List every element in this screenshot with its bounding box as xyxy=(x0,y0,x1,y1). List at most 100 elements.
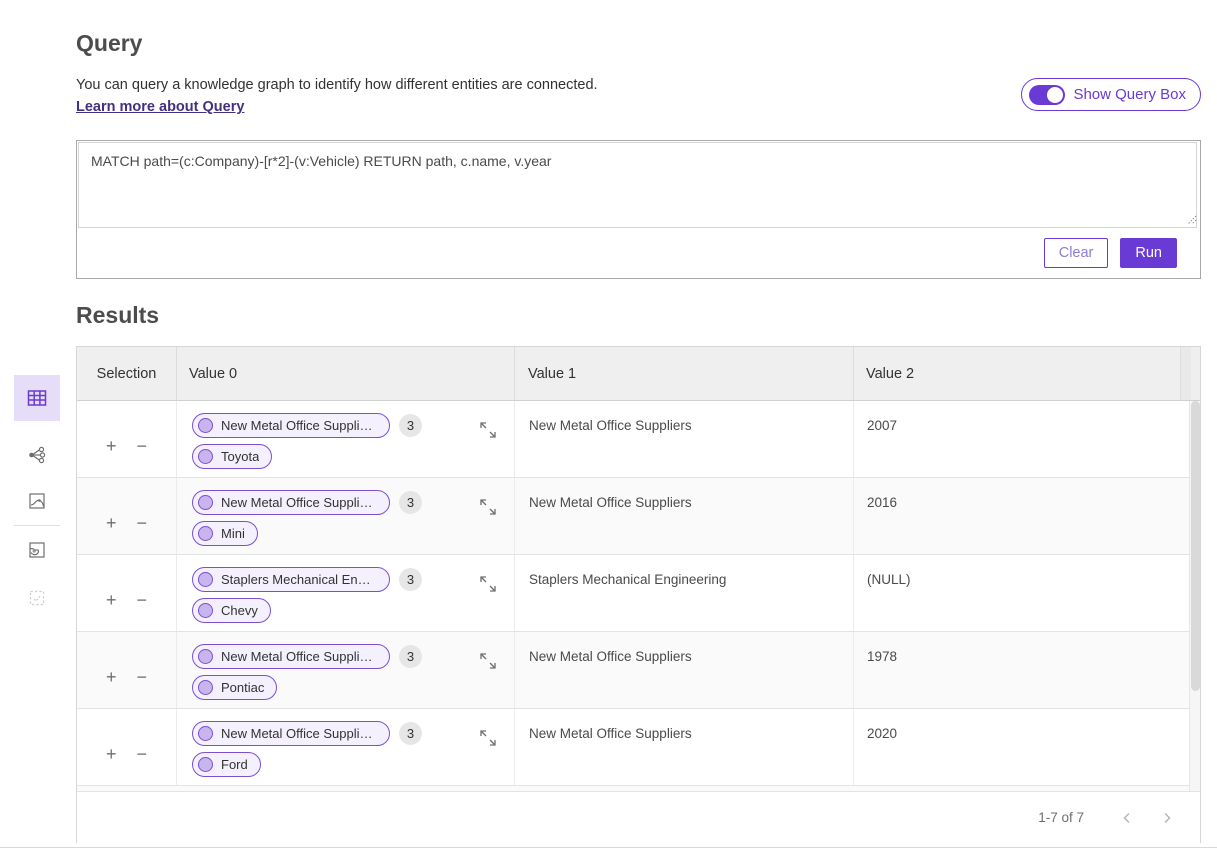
previous-page-button[interactable] xyxy=(1114,805,1140,831)
remove-from-selection-icon[interactable]: − xyxy=(135,723,150,785)
toggle-label: Show Query Box xyxy=(1073,86,1186,103)
expand-path-icon[interactable] xyxy=(479,498,497,516)
view-switcher-sidebar xyxy=(14,375,60,618)
path-cell: New Metal Office Suppliers 3 Toyota xyxy=(177,401,515,477)
value2-cell: 2020 xyxy=(854,709,1191,785)
value1-cell: New Metal Office Suppliers xyxy=(515,401,854,477)
entity-pill[interactable]: Chevy xyxy=(192,598,271,623)
query-actions: Clear Run xyxy=(77,228,1200,278)
sidebar-item-map-view[interactable] xyxy=(14,530,60,570)
expand-path-icon[interactable] xyxy=(479,652,497,670)
entity-dot-icon xyxy=(198,726,213,741)
selection-cell: + − xyxy=(77,709,177,785)
path-cell: New Metal Office Suppliers 3 Mini xyxy=(177,478,515,554)
run-button[interactable]: Run xyxy=(1120,238,1177,268)
remove-from-selection-icon[interactable]: − xyxy=(135,492,150,554)
table-scrollbar[interactable] xyxy=(1189,401,1200,791)
remove-from-selection-icon[interactable]: − xyxy=(135,646,150,708)
path-count-badge: 3 xyxy=(399,414,422,437)
scrollbar-corner xyxy=(1180,347,1191,400)
page-title: Query xyxy=(76,30,142,57)
entity-dot-icon xyxy=(198,603,213,618)
selection-icon xyxy=(27,588,47,608)
entity-pill[interactable]: Toyota xyxy=(192,444,272,469)
value2-cell: 2007 xyxy=(854,401,1191,477)
next-page-button[interactable] xyxy=(1154,805,1180,831)
chevron-left-icon xyxy=(1120,811,1134,825)
add-to-selection-icon[interactable]: + xyxy=(104,415,119,477)
column-header-value2: Value 2 xyxy=(854,347,1180,400)
clear-button[interactable]: Clear xyxy=(1044,238,1109,268)
query-input[interactable]: MATCH path=(c:Company)-[r*2]-(v:Vehicle)… xyxy=(78,142,1197,228)
value2-cell: 2016 xyxy=(854,478,1191,554)
remove-from-selection-icon[interactable]: − xyxy=(135,415,150,477)
table-footer: 1-7 of 7 xyxy=(77,791,1200,843)
entity-dot-icon xyxy=(198,449,213,464)
sidebar-item-chart-view[interactable] xyxy=(14,481,60,521)
chart-icon xyxy=(27,491,47,511)
add-to-selection-icon[interactable]: + xyxy=(104,723,119,785)
selection-cell: + − xyxy=(77,401,177,477)
entity-pill[interactable]: Mini xyxy=(192,521,258,546)
page-description: You can query a knowledge graph to ident… xyxy=(76,77,598,93)
entity-dot-icon xyxy=(198,495,213,510)
path-cell: Staplers Mechanical Engi... 3 Chevy xyxy=(177,555,515,631)
expand-path-icon[interactable] xyxy=(479,421,497,439)
selection-cell: + − xyxy=(77,632,177,708)
table-row: + − New Metal Office Suppliers 3 Mini Ne… xyxy=(77,478,1200,555)
value1-cell: New Metal Office Suppliers xyxy=(515,632,854,708)
entity-dot-icon xyxy=(198,757,213,772)
query-box: MATCH path=(c:Company)-[r*2]-(v:Vehicle)… xyxy=(76,140,1201,279)
entity-pill[interactable]: New Metal Office Suppliers xyxy=(192,721,390,746)
entity-pill[interactable]: Pontiac xyxy=(192,675,277,700)
path-cell: New Metal Office Suppliers 3 Pontiac xyxy=(177,632,515,708)
add-to-selection-icon[interactable]: + xyxy=(104,492,119,554)
entity-pill[interactable]: New Metal Office Suppliers xyxy=(192,490,390,515)
path-count-badge: 3 xyxy=(399,722,422,745)
results-table: Selection Value 0 Value 1 Value 2 + − Ne… xyxy=(76,346,1201,843)
entity-pill[interactable]: New Metal Office Suppliers xyxy=(192,644,390,669)
entity-dot-icon xyxy=(198,680,213,695)
chevron-right-icon xyxy=(1160,811,1174,825)
page-bottom-divider xyxy=(0,847,1217,848)
entity-dot-icon xyxy=(198,572,213,587)
sidebar-item-link-chart-view[interactable] xyxy=(14,435,60,475)
path-count-badge: 3 xyxy=(399,491,422,514)
remove-from-selection-icon[interactable]: − xyxy=(135,569,150,631)
entity-dot-icon xyxy=(198,526,213,541)
results-title: Results xyxy=(76,302,159,329)
sidebar-divider xyxy=(14,525,60,526)
table-header-row: Selection Value 0 Value 1 Value 2 xyxy=(77,347,1200,401)
path-count-badge: 3 xyxy=(399,645,422,668)
show-query-box-toggle[interactable]: Show Query Box xyxy=(1021,78,1201,111)
table-row: + − New Metal Office Suppliers 3 Pontiac… xyxy=(77,632,1200,709)
value1-cell: New Metal Office Suppliers xyxy=(515,478,854,554)
column-header-value1: Value 1 xyxy=(515,347,854,400)
toggle-switch-icon[interactable] xyxy=(1029,85,1065,105)
expand-path-icon[interactable] xyxy=(479,729,497,747)
add-to-selection-icon[interactable]: + xyxy=(104,646,119,708)
query-page: Query You can query a knowledge graph to… xyxy=(0,0,1217,856)
path-cell: New Metal Office Suppliers 3 Ford xyxy=(177,709,515,785)
partial-next-row xyxy=(77,786,1200,791)
entity-pill[interactable]: Staplers Mechanical Engi... xyxy=(192,567,390,592)
table-row: + − Staplers Mechanical Engi... 3 Chevy … xyxy=(77,555,1200,632)
expand-path-icon[interactable] xyxy=(479,575,497,593)
table-icon xyxy=(26,387,48,409)
sidebar-item-table-view[interactable] xyxy=(14,375,60,421)
entity-pill[interactable]: Ford xyxy=(192,752,261,777)
entity-pill[interactable]: New Metal Office Suppliers xyxy=(192,413,390,438)
add-to-selection-icon[interactable]: + xyxy=(104,569,119,631)
table-row: + − New Metal Office Suppliers 3 Ford Ne… xyxy=(77,709,1200,786)
table-body: + − New Metal Office Suppliers 3 Toyota … xyxy=(77,401,1200,791)
value1-cell: New Metal Office Suppliers xyxy=(515,709,854,785)
selection-cell: + − xyxy=(77,478,177,554)
table-row: + − New Metal Office Suppliers 3 Toyota … xyxy=(77,401,1200,478)
path-count-badge: 3 xyxy=(399,568,422,591)
value2-cell: (NULL) xyxy=(854,555,1191,631)
value1-cell: Staplers Mechanical Engineering xyxy=(515,555,854,631)
entity-dot-icon xyxy=(198,418,213,433)
learn-more-link[interactable]: Learn more about Query xyxy=(76,99,244,115)
selection-cell: + − xyxy=(77,555,177,631)
scrollbar-thumb[interactable] xyxy=(1191,401,1200,691)
